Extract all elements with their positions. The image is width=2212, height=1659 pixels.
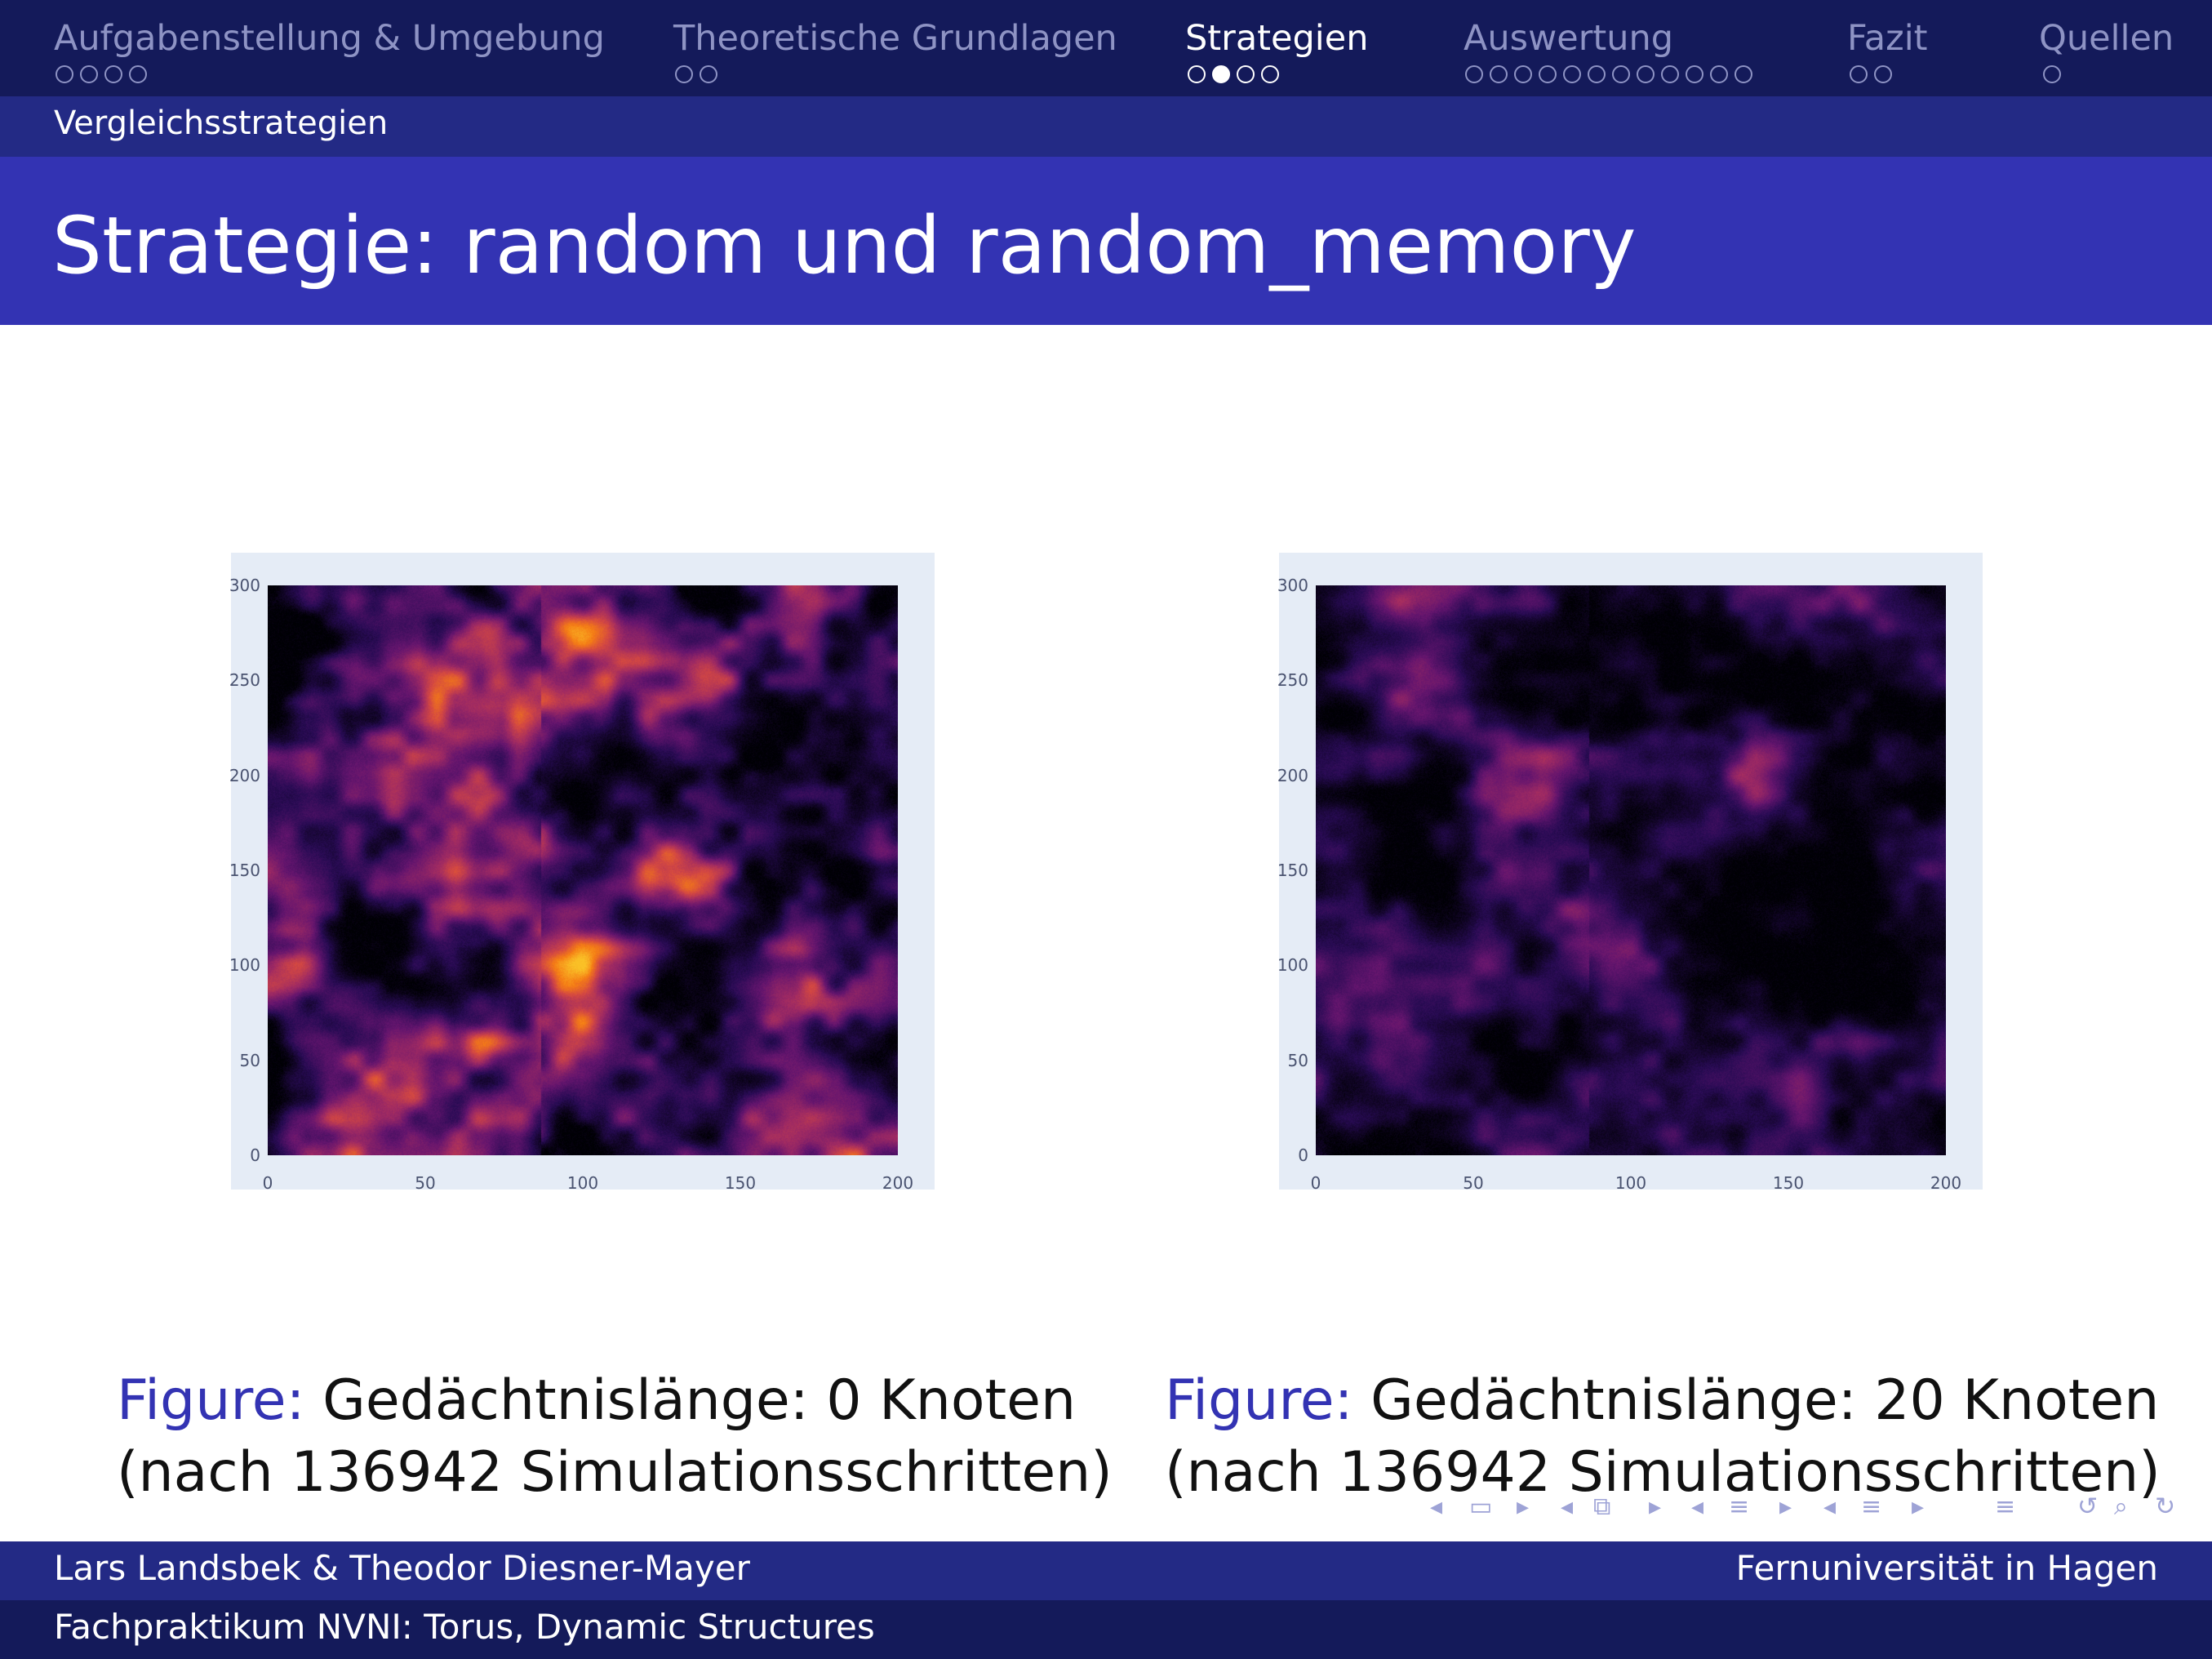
nav-dot[interactable]: [1514, 65, 1532, 83]
nav-dot[interactable]: [1563, 65, 1581, 83]
y-tick-label: 300: [1259, 576, 1308, 595]
nav-dot[interactable]: [104, 65, 122, 83]
subsection-title: Vergleichsstrategien: [54, 105, 388, 142]
nav-dot[interactable]: [700, 65, 717, 83]
y-tick-label: 0: [211, 1145, 260, 1165]
nav-left-icon[interactable]: ◂: [1691, 1492, 1703, 1521]
caption-line1: Gedächtnislänge: 20 Knoten: [1370, 1368, 2159, 1433]
nav-dots-strategien[interactable]: [1188, 65, 1279, 83]
nav-dots-aufgabenstellung[interactable]: [56, 65, 147, 83]
footer-course: Fachpraktikum NVNI: Torus, Dynamic Struc…: [54, 1607, 875, 1647]
nav-dot[interactable]: [80, 65, 98, 83]
y-tick-label: 50: [1259, 1051, 1308, 1070]
nav-dot[interactable]: [1735, 65, 1752, 83]
nav-section-strategien[interactable]: Strategien: [1185, 18, 1368, 59]
y-tick-label: 150: [211, 861, 260, 880]
x-tick-label: 50: [1441, 1173, 1506, 1193]
nav-dots-quellen[interactable]: [2043, 65, 2061, 83]
nav-dots-fazit[interactable]: [1850, 65, 1892, 83]
nav-section-auswertung[interactable]: Auswertung: [1464, 18, 1673, 59]
footer-institution: Fernuniversität in Hagen: [1736, 1548, 2158, 1588]
y-tick-label: 250: [211, 670, 260, 690]
nav-dot[interactable]: [1465, 65, 1483, 83]
y-tick-label: 200: [1259, 766, 1308, 785]
nav-dot[interactable]: [1661, 65, 1679, 83]
x-tick-label: 150: [1756, 1173, 1821, 1193]
footer-authors: Lars Landsbek & Theodor Diesner-Mayer: [54, 1548, 750, 1588]
subsection-icon[interactable]: ≡: [1729, 1492, 1749, 1521]
nav-dot[interactable]: [1850, 65, 1868, 83]
x-tick-label: 200: [1913, 1173, 1979, 1193]
nav-dot[interactable]: [1710, 65, 1728, 83]
nav-dot[interactable]: [1686, 65, 1703, 83]
y-tick-label: 300: [211, 576, 260, 595]
y-tick-label: 0: [1259, 1145, 1308, 1165]
nav-section-grundlagen[interactable]: Theoretische Grundlagen: [673, 18, 1117, 59]
slide-title: Strategie: random und random_memory: [52, 200, 1637, 291]
x-tick-label: 0: [235, 1173, 300, 1193]
section-navigation-bar: Aufgabenstellung & Umgebung Theoretische…: [0, 0, 2212, 96]
nav-right-icon[interactable]: ▸: [1517, 1492, 1529, 1521]
x-tick-label: 100: [1598, 1173, 1663, 1193]
nav-dot[interactable]: [1261, 65, 1279, 83]
x-tick-label: 50: [393, 1173, 458, 1193]
heatmap-right: [1316, 585, 1946, 1155]
nav-right-icon[interactable]: ▸: [1649, 1492, 1661, 1521]
nav-left-icon[interactable]: ◂: [1823, 1492, 1836, 1521]
undo-icon[interactable]: ↻: [2155, 1492, 2175, 1521]
nav-dot[interactable]: [1539, 65, 1557, 83]
frame-icon[interactable]: ▭: [1469, 1492, 1492, 1521]
nav-dots-grundlagen[interactable]: [675, 65, 717, 83]
figure-label: Figure:: [1165, 1368, 1353, 1433]
y-tick-label: 100: [211, 955, 260, 975]
y-tick-label: 200: [211, 766, 260, 785]
nav-dot[interactable]: [1237, 65, 1255, 83]
nav-dot[interactable]: [1612, 65, 1630, 83]
nav-dot[interactable]: [1212, 65, 1230, 83]
heatmap-left: [268, 585, 898, 1155]
nav-dot[interactable]: [129, 65, 147, 83]
x-tick-label: 200: [865, 1173, 931, 1193]
nav-right-icon[interactable]: ▸: [1779, 1492, 1792, 1521]
nav-dot[interactable]: [1188, 65, 1206, 83]
nav-section-quellen[interactable]: Quellen: [2039, 18, 2174, 59]
nav-dot[interactable]: [1874, 65, 1892, 83]
nav-section-aufgabenstellung[interactable]: Aufgabenstellung & Umgebung: [54, 18, 605, 59]
y-tick-label: 150: [1259, 861, 1308, 880]
heatmap-panel-left: 0 50 100 150 200 250 300 0 50 100 150 200: [231, 553, 935, 1190]
x-tick-label: 0: [1283, 1173, 1348, 1193]
nav-left-icon[interactable]: ◂: [1561, 1492, 1573, 1521]
caption-line2: (nach 136942 Simulationsschritten): [117, 1437, 1113, 1509]
x-tick-label: 100: [550, 1173, 615, 1193]
search-icon[interactable]: ⌕: [2114, 1492, 2128, 1521]
x-tick-label: 150: [708, 1173, 773, 1193]
caption-line1: Gedächtnislänge: 0 Knoten: [322, 1368, 1076, 1433]
nav-dots-auswertung[interactable]: [1465, 65, 1752, 83]
nav-dot[interactable]: [675, 65, 693, 83]
nav-dot[interactable]: [2043, 65, 2061, 83]
nav-dot[interactable]: [1588, 65, 1606, 83]
heatmap-panel-right: 0 50 100 150 200 250 300 0 50 100 150 200: [1279, 553, 1983, 1190]
y-tick-label: 250: [1259, 670, 1308, 690]
nav-dot[interactable]: [56, 65, 73, 83]
nav-dot[interactable]: [1490, 65, 1508, 83]
subsection-icon[interactable]: ≡: [1861, 1492, 1881, 1521]
nav-dot[interactable]: [1637, 65, 1655, 83]
figure-caption-right: Figure: Gedächtnislänge: 20 Knoten (nach…: [1165, 1365, 2161, 1509]
section-icon[interactable]: ⧉: [1593, 1492, 1610, 1521]
y-tick-label: 50: [211, 1051, 260, 1070]
y-tick-label: 100: [1259, 955, 1308, 975]
undo-icon[interactable]: ↺: [2077, 1492, 2098, 1521]
nav-section-fazit[interactable]: Fazit: [1847, 18, 1928, 59]
figure-caption-left: Figure: Gedächtnislänge: 0 Knoten (nach …: [117, 1365, 1113, 1509]
subsection-icon[interactable]: ≡: [1995, 1492, 2015, 1521]
nav-right-icon[interactable]: ▸: [1912, 1492, 1924, 1521]
figure-label: Figure:: [117, 1368, 305, 1433]
nav-left-icon[interactable]: ◂: [1430, 1492, 1442, 1521]
